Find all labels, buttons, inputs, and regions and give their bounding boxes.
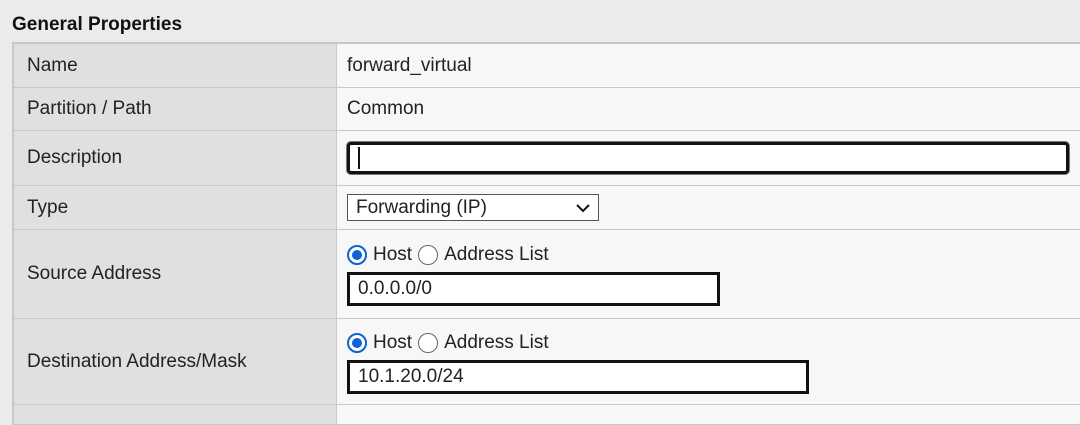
source-host-label[interactable]: Host <box>373 244 412 266</box>
next-row-value <box>337 405 1080 424</box>
destination-address-list-radio[interactable] <box>418 332 439 353</box>
row-destination-address: Destination Address/Mask Host Address Li… <box>12 319 1080 405</box>
type-selected-value: Forwarding (IP) <box>356 196 487 218</box>
description-input[interactable] <box>347 142 1069 174</box>
properties-table: Name forward_virtual Partition / Path Co… <box>12 42 1080 425</box>
source-address-mode: Host Address List <box>347 242 1080 268</box>
row-source-address: Source Address Host Address List 0.0.0.0… <box>12 230 1080 319</box>
next-row-label <box>12 405 337 424</box>
type-cell: Forwarding (IP) <box>337 186 1080 229</box>
description-cell <box>337 131 1080 185</box>
row-type: Type Forwarding (IP) <box>12 186 1080 230</box>
destination-address-input[interactable]: 10.1.20.0/24 <box>347 359 809 394</box>
partition-label: Partition / Path <box>12 88 337 130</box>
source-address-cell: Host Address List 0.0.0.0/0 <box>337 230 1080 318</box>
row-name: Name forward_virtual <box>12 44 1080 88</box>
destination-address-label: Destination Address/Mask <box>12 319 337 404</box>
destination-host-label[interactable]: Host <box>373 332 412 354</box>
row-next-partial <box>12 405 1080 425</box>
description-label: Description <box>12 131 337 185</box>
name-label: Name <box>12 44 337 87</box>
destination-address-list-label[interactable]: Address List <box>444 332 549 354</box>
text-caret <box>358 147 360 169</box>
source-host-radio[interactable] <box>347 245 367 265</box>
source-address-label: Source Address <box>12 230 337 318</box>
source-address-list-label[interactable]: Address List <box>444 244 549 266</box>
destination-address-text: 10.1.20.0/24 <box>358 365 464 387</box>
partition-text: Common <box>347 98 425 119</box>
partition-value: Common <box>337 88 1080 130</box>
row-partition: Partition / Path Common <box>12 88 1080 131</box>
destination-address-mode: Host Address List <box>347 330 1080 356</box>
type-select[interactable]: Forwarding (IP) <box>347 194 599 221</box>
section-title: General Properties <box>12 14 183 35</box>
name-value: forward_virtual <box>337 44 1080 87</box>
source-address-list-radio[interactable] <box>418 245 439 265</box>
destination-address-cell: Host Address List 10.1.20.0/24 <box>337 319 1080 404</box>
destination-host-radio[interactable] <box>347 332 367 353</box>
source-address-text: 0.0.0.0/0 <box>358 278 432 299</box>
name-text: forward_virtual <box>347 54 472 76</box>
source-address-input[interactable]: 0.0.0.0/0 <box>347 272 720 306</box>
row-description: Description <box>12 131 1080 186</box>
chevron-down-icon <box>576 203 590 212</box>
type-label: Type <box>12 186 337 229</box>
